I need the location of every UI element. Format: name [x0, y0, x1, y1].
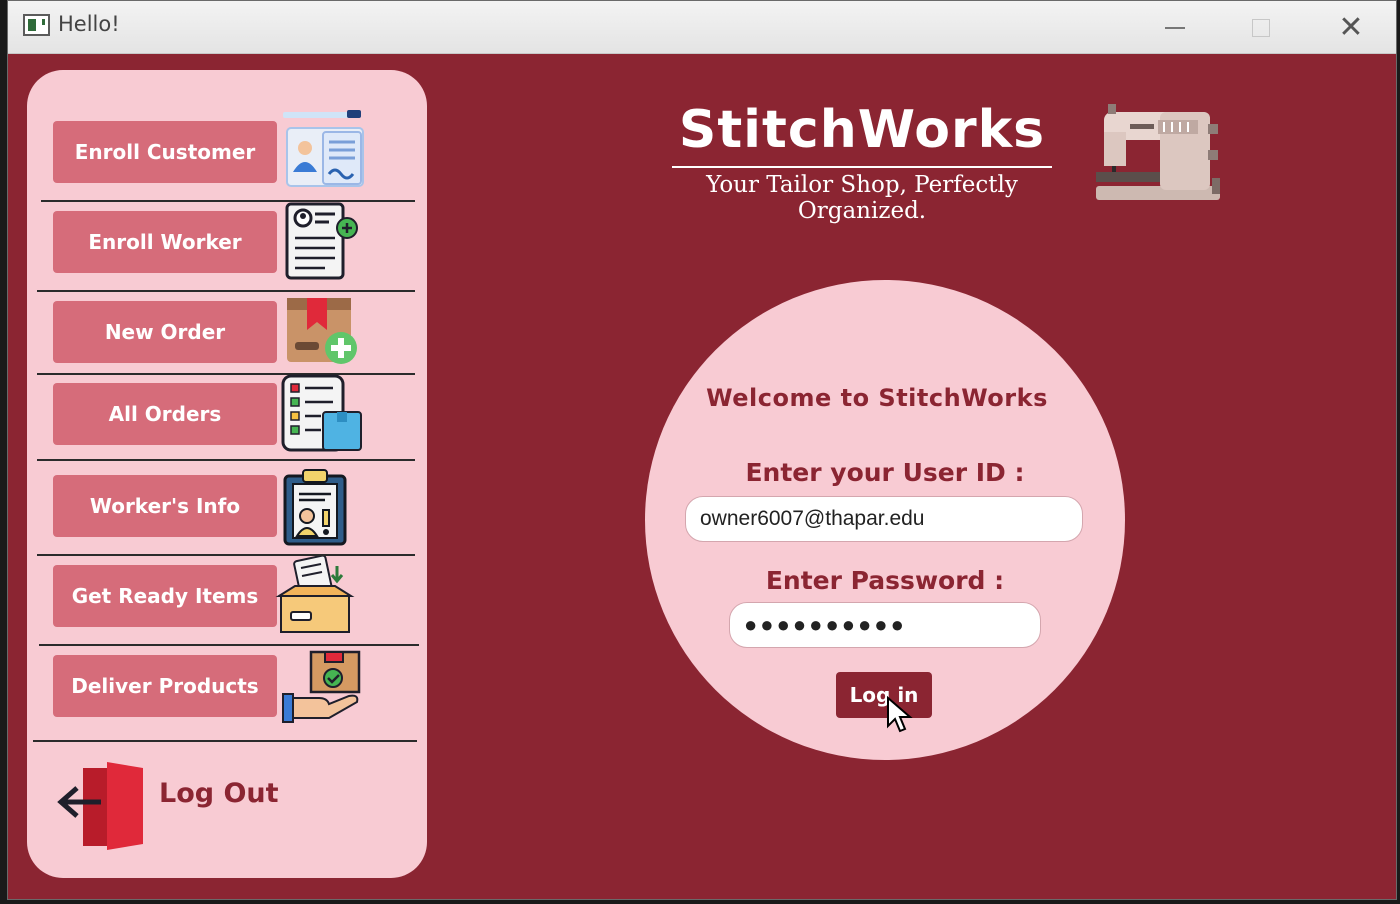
clipboard-worker-icon	[283, 469, 347, 546]
close-icon: ✕	[1338, 10, 1364, 45]
id-card-icon	[283, 110, 364, 187]
password-label: Enter Password :	[765, 566, 1005, 595]
logout-button[interactable]: Log Out	[57, 760, 387, 850]
user-id-label: Enter your User ID :	[745, 458, 1025, 487]
minimize-icon	[1165, 26, 1185, 29]
all-orders-button[interactable]: All Orders	[53, 383, 277, 445]
exit-door-icon	[57, 762, 143, 850]
close-button[interactable]: ✕	[1316, 1, 1386, 54]
hand-delivery-icon	[282, 650, 361, 723]
brand-title: StitchWorks	[678, 100, 1046, 160]
divider	[37, 459, 415, 461]
brand-subtitle: Your Tailor Shop, Perfectly Organized.	[706, 172, 1018, 224]
deliver-products-button[interactable]: Deliver Products	[53, 655, 277, 717]
mouse-cursor-icon	[887, 696, 913, 733]
divider	[37, 554, 415, 556]
brand-underline	[672, 166, 1052, 168]
maximize-button[interactable]	[1226, 1, 1296, 54]
logout-label: Log Out	[159, 778, 279, 809]
divider	[37, 290, 415, 292]
login-button[interactable]: Log in	[836, 672, 932, 718]
workers-info-button[interactable]: Worker's Info	[53, 475, 277, 537]
enroll-worker-button[interactable]: Enroll Worker	[53, 211, 277, 273]
app-icon	[23, 14, 50, 36]
password-input[interactable]: ●●●●●●●●●●	[729, 602, 1041, 648]
enroll-customer-button[interactable]: Enroll Customer	[53, 121, 277, 183]
new-package-icon	[287, 298, 357, 364]
maximize-icon	[1252, 18, 1270, 37]
title-bar: Hello! ✕	[8, 1, 1396, 54]
order-checklist-icon	[281, 374, 362, 452]
window-title: Hello!	[58, 12, 120, 36]
worker-resume-icon	[285, 202, 358, 280]
user-id-input[interactable]: owner6007@thapar.edu	[685, 496, 1083, 542]
divider	[33, 740, 417, 742]
get-ready-items-button[interactable]: Get Ready Items	[53, 565, 277, 627]
login-panel: Welcome to StitchWorks Enter your User I…	[645, 280, 1125, 760]
welcome-heading: Welcome to StitchWorks	[706, 384, 1048, 412]
new-order-button[interactable]: New Order	[53, 301, 277, 363]
box-download-icon	[275, 556, 355, 633]
minimize-button[interactable]	[1140, 1, 1210, 54]
sidebar-panel: Enroll Customer Enroll Worker New Order …	[27, 70, 427, 878]
sewing-machine-icon	[1096, 104, 1220, 200]
